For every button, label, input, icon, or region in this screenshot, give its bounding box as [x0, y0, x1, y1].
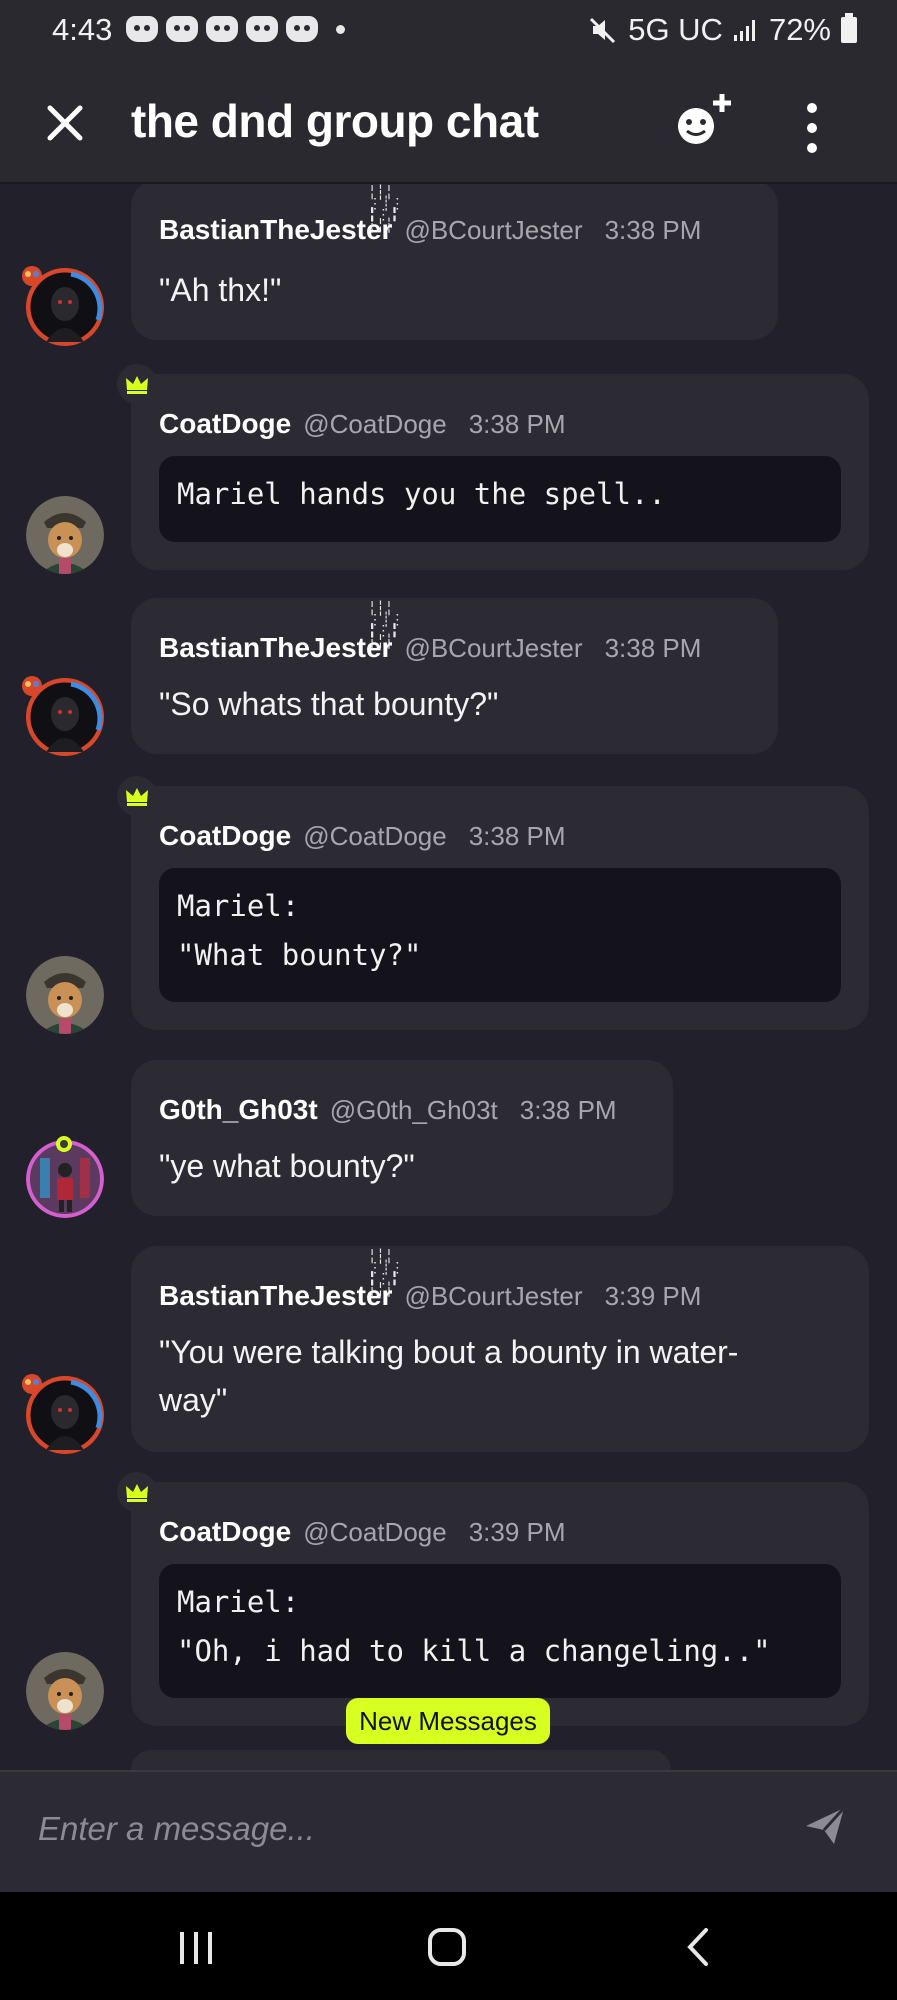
username[interactable]: BastianTheJester [159, 214, 392, 246]
back-icon[interactable] [670, 1922, 730, 1972]
message-header: G0th_Gh03t @G0th_Gh03t 3:38 PM [159, 1094, 617, 1126]
user-handle: @CoatDoge [303, 1517, 447, 1547]
status-badge-icon [56, 1136, 72, 1152]
username[interactable]: CoatDoge [159, 1516, 291, 1548]
message-bubble[interactable]: BastianTheJester @BCourtJester 3:38 PM "… [131, 184, 778, 340]
code-block: Mariel: "What bounty?" [159, 868, 841, 1002]
decorative-glyphs: ╎┆╎ ⋮┊⋮ ╏⋮╏ ┆╎┆ [368, 185, 405, 234]
message-bubble[interactable]: BastianTheJester @BCourtJester 3:39 PM "… [131, 1246, 869, 1452]
username[interactable]: G0th_Gh03t [159, 1094, 318, 1126]
message-line: "You were talking bout a bounty in water… [159, 1334, 739, 1370]
jester-hat-badge-icon [22, 676, 42, 696]
crown-icon [126, 1484, 148, 1502]
message-bubble[interactable]: BastianTheJester @BCourtJester 3:38 PM "… [131, 598, 778, 754]
message-bubble[interactable]: G0th_Gh03t @G0th_Gh03t 3:38 PM "ye what … [131, 1060, 673, 1216]
jester-hat-badge-icon [22, 1374, 42, 1394]
avatar[interactable] [26, 496, 104, 574]
send-icon[interactable] [800, 1800, 850, 1850]
network-label: 5G UC [628, 12, 723, 47]
composer [0, 1770, 897, 1892]
user-handle: @BCourtJester [404, 1281, 583, 1311]
notification-icons [126, 16, 345, 42]
code-line: Mariel hands you the spell.. [177, 477, 666, 511]
discord-notification-icon [206, 16, 238, 42]
discord-notification-icon [246, 16, 278, 42]
crown-icon [126, 788, 148, 806]
recent-apps-icon[interactable] [166, 1922, 226, 1972]
user-handle: @G0th_Gh03t [329, 1095, 498, 1125]
timestamp: 3:39 PM [604, 1281, 702, 1311]
code-line: "What bounty?" [177, 938, 422, 972]
message-header: BastianTheJester @BCourtJester 3:39 PM [159, 1280, 701, 1312]
avatar[interactable] [26, 1652, 104, 1730]
user-handle: @CoatDoge [303, 409, 447, 439]
signal-icon [733, 20, 755, 41]
code-block: Mariel hands you the spell.. [159, 456, 841, 542]
message-header: CoatDoge @CoatDoge 3:39 PM [159, 1516, 566, 1548]
message-text: "You were talking bout a bounty in water… [159, 1328, 738, 1424]
more-notifications-dot-icon [336, 25, 345, 34]
message-text: "ye what bounty?" [159, 1148, 415, 1184]
timestamp: 3:38 PM [468, 409, 566, 439]
message-header: CoatDoge @CoatDoge 3:38 PM [159, 820, 566, 852]
doge-avatar-icon [26, 1652, 104, 1730]
timestamp: 3:38 PM [604, 215, 702, 245]
message-bubble[interactable]: CoatDoge @CoatDoge 3:38 PM Mariel: "What … [131, 786, 869, 1030]
message-bubble[interactable] [131, 1750, 671, 1770]
home-icon[interactable] [418, 1922, 478, 1972]
mute-icon [590, 17, 616, 44]
message-header: BastianTheJester @BCourtJester 3:38 PM [159, 214, 701, 246]
avatar[interactable] [26, 956, 104, 1034]
message-header: BastianTheJester @BCourtJester 3:38 PM [159, 632, 701, 664]
message-bubble[interactable]: CoatDoge @CoatDoge 3:39 PM Mariel: "Oh, i… [131, 1482, 869, 1726]
message-input[interactable] [36, 1798, 740, 1860]
code-block: Mariel: "Oh, i had to kill a changeling..… [159, 1564, 841, 1698]
add-member-icon[interactable] [668, 88, 738, 158]
more-icon[interactable] [790, 98, 834, 158]
timestamp: 3:38 PM [519, 1095, 617, 1125]
doge-avatar-icon [26, 956, 104, 1034]
doge-avatar-icon [26, 496, 104, 574]
new-messages-button[interactable]: New Messages [346, 1698, 550, 1744]
battery-icon [841, 13, 857, 43]
message-text: "So whats that bounty?" [159, 686, 499, 722]
chat-title: the dnd group chat [131, 95, 539, 147]
username[interactable]: BastianTheJester [159, 1280, 392, 1312]
system-nav-bar [0, 1892, 897, 2000]
code-line: Mariel: [177, 1585, 300, 1619]
status-right: 5G UC 72% [588, 12, 857, 48]
message-text: "Ah thx!" [159, 272, 282, 308]
message-list[interactable]: BastianTheJester @BCourtJester 3:38 PM "… [0, 184, 897, 1770]
discord-notification-icon [286, 16, 318, 42]
crown-badge [117, 364, 157, 404]
username[interactable]: BastianTheJester [159, 632, 392, 664]
crown-badge [117, 776, 157, 816]
username[interactable]: CoatDoge [159, 408, 291, 440]
code-line: "Oh, i had to kill a changeling.." [177, 1634, 771, 1668]
timestamp: 3:39 PM [468, 1517, 566, 1547]
jester-hat-badge-icon [22, 266, 42, 286]
user-handle: @BCourtJester [404, 215, 583, 245]
crown-badge [117, 1472, 157, 1512]
username[interactable]: CoatDoge [159, 820, 291, 852]
status-bar: 4:43 5G UC 72% [0, 0, 897, 60]
code-line: Mariel: [177, 889, 300, 923]
chat-header: the dnd group chat [0, 60, 897, 184]
timestamp: 3:38 PM [604, 633, 702, 663]
user-handle: @CoatDoge [303, 821, 447, 851]
message-line: way" [159, 1382, 228, 1418]
discord-notification-icon [166, 16, 198, 42]
message-bubble[interactable]: CoatDoge @CoatDoge 3:38 PM Mariel hands … [131, 374, 869, 570]
battery-percent: 72% [768, 12, 831, 47]
user-handle: @BCourtJester [404, 633, 583, 663]
discord-notification-icon [126, 16, 158, 42]
close-icon[interactable] [40, 98, 90, 148]
message-header: CoatDoge @CoatDoge 3:38 PM [159, 408, 566, 440]
timestamp: 3:38 PM [468, 821, 566, 851]
crown-icon [126, 376, 148, 394]
decorative-glyphs: ╎┆╎ ⋮┊⋮ ╏⋮╏ ┆╎┆ [368, 601, 405, 650]
decorative-glyphs: ╎┆╎ ⋮┊⋮ ╏⋮╏ ┆╎┆ [368, 1249, 405, 1298]
status-time: 4:43 [52, 12, 113, 47]
